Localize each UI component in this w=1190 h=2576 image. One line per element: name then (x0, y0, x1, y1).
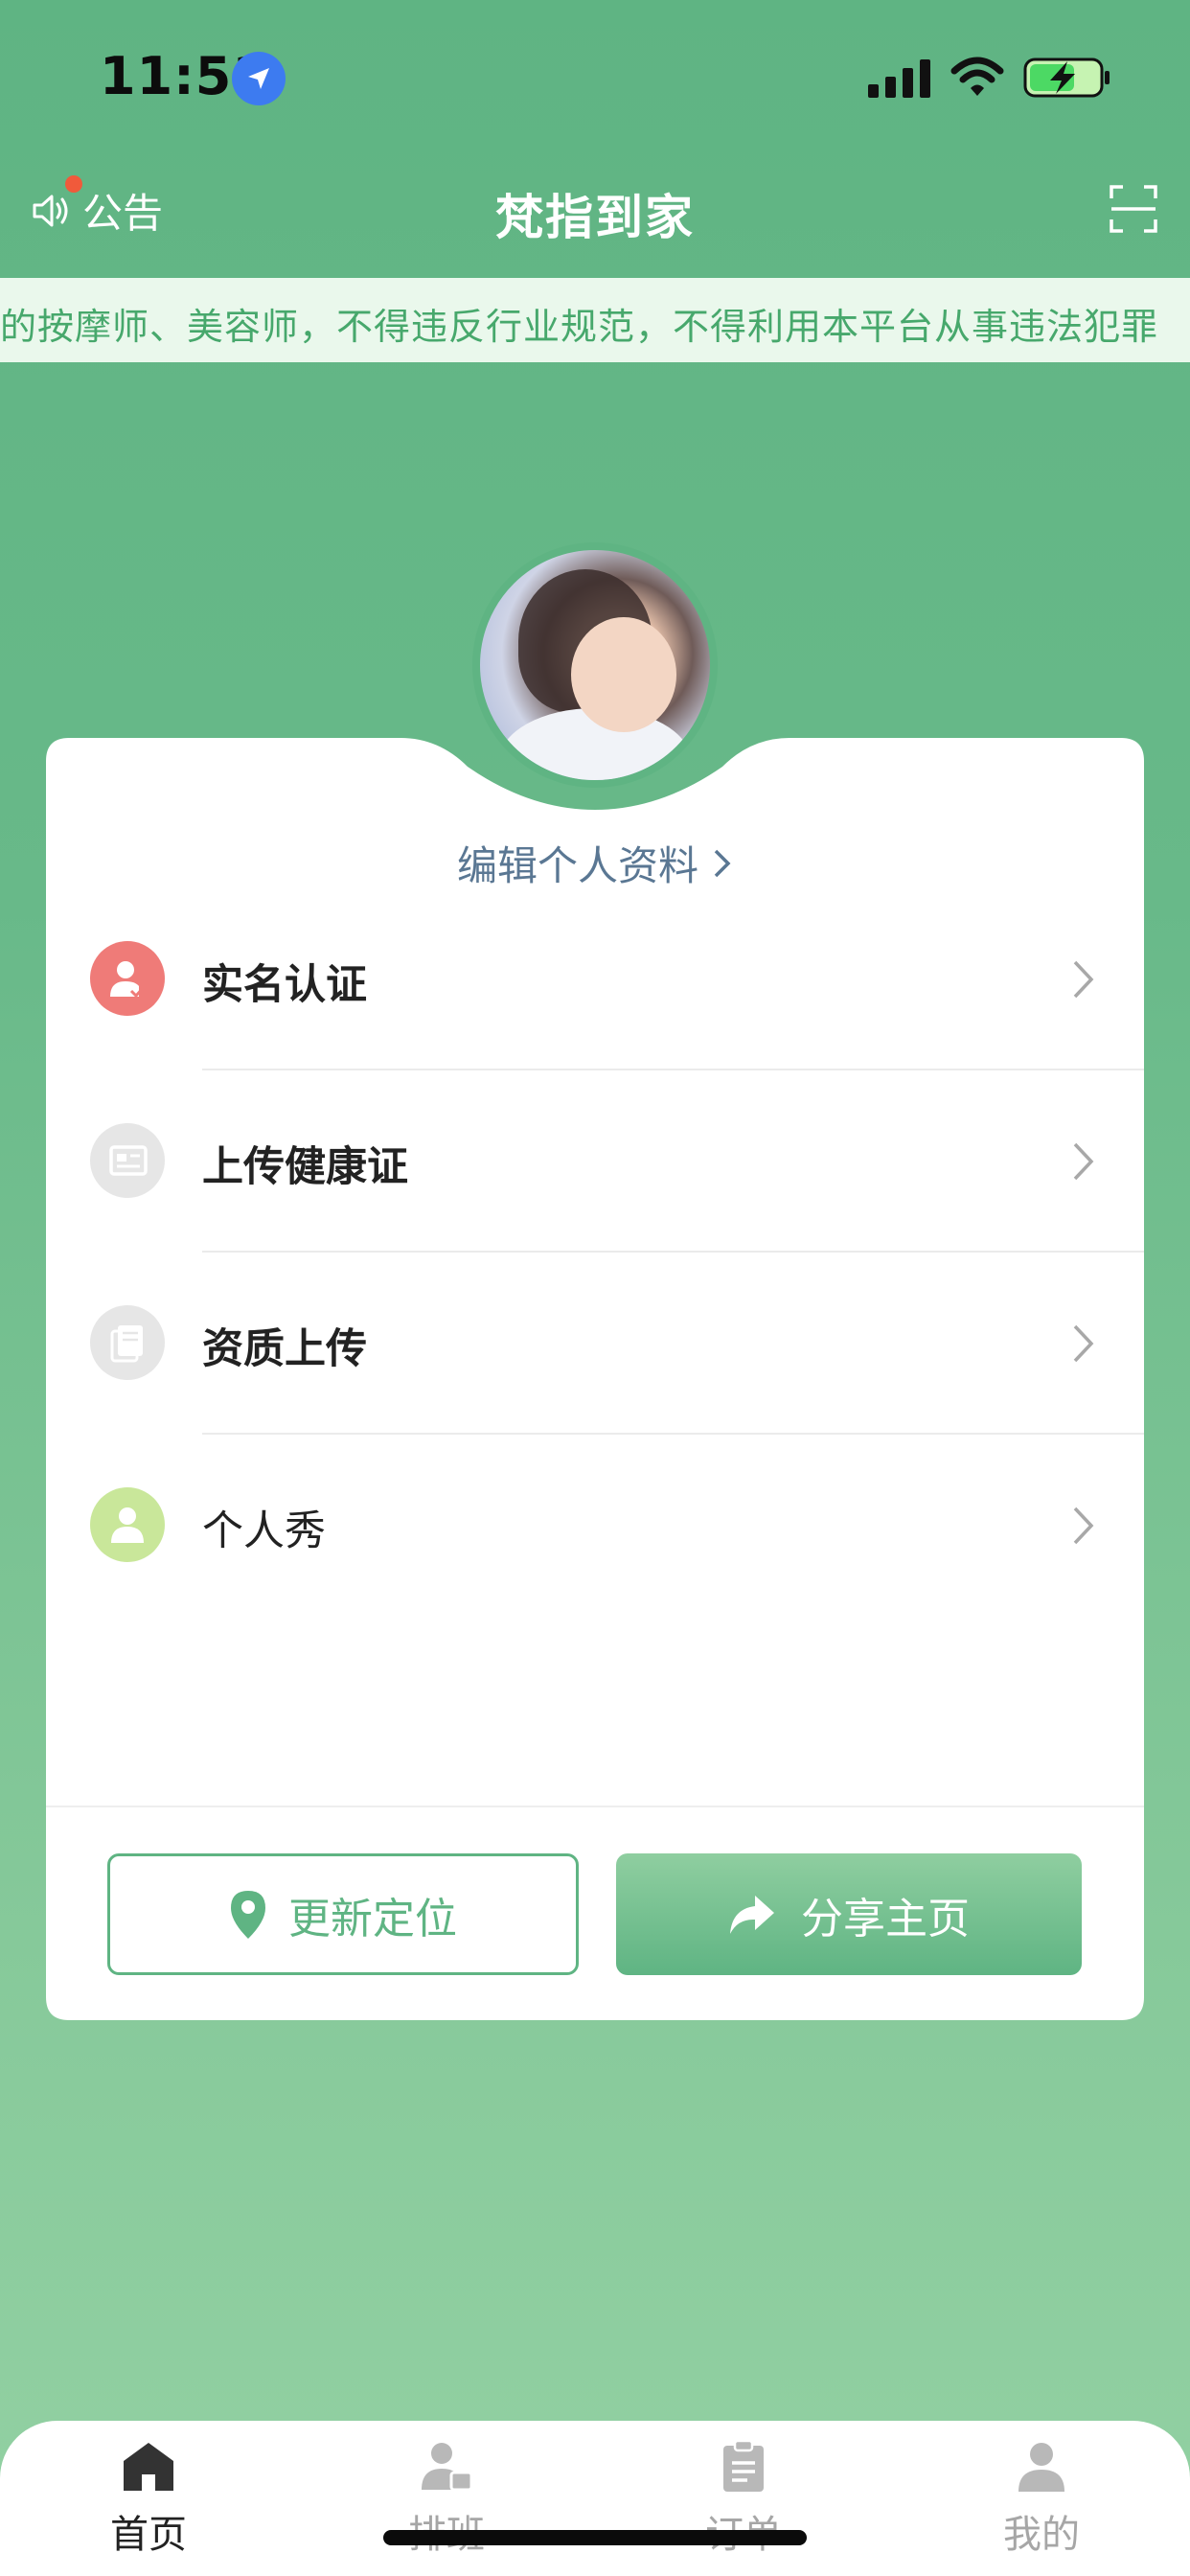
document-icon (90, 1305, 165, 1380)
profile-icon (1018, 2443, 1064, 2492)
share-arrow-icon (730, 1895, 774, 1934)
location-pin-icon (231, 1890, 265, 1939)
share-homepage-button[interactable]: 分享主页 (616, 1853, 1082, 1975)
avatar[interactable] (472, 542, 718, 788)
user-icon (90, 1487, 165, 1562)
schedule-icon (422, 2443, 473, 2492)
scan-icon[interactable] (1110, 185, 1157, 237)
page-title: 梵指到家 (495, 190, 695, 245)
menu-item-health-certificate[interactable]: 上传健康证 (46, 1070, 1144, 1253)
status-bar: 11:51 (0, 0, 1190, 158)
menu-item-personal-show[interactable]: 个人秀 (46, 1435, 1144, 1617)
tab-mine[interactable]: 我的 (946, 2440, 1137, 2559)
chevron-right-icon (1071, 1322, 1096, 1368)
tab-label: 我的 (1003, 2513, 1080, 2557)
profile-card: 编辑个人资料 实名认证 上传健康证 资质上传 个人秀 更新定位 分享主页 (46, 738, 1144, 2020)
menu-item-qualification-upload[interactable]: 资质上传 (46, 1253, 1144, 1435)
menu-item-label: 实名认证 (202, 961, 367, 1009)
announcement-marquee[interactable]: 的按摩师、美容师，不得违反行业规范，不得利用本平台从事违法犯罪 (0, 278, 1190, 362)
tab-home[interactable]: 首页 (53, 2440, 244, 2559)
tab-label: 首页 (110, 2513, 187, 2557)
battery-icon (1023, 58, 1111, 102)
menu-item-label: 上传健康证 (202, 1143, 408, 1191)
menu-item-label: 资质上传 (202, 1325, 367, 1373)
wifi-icon (950, 56, 1004, 102)
edit-profile-label: 编辑个人资料 (456, 842, 698, 889)
menu-item-label: 个人秀 (202, 1507, 326, 1555)
chevron-right-icon (1071, 1505, 1096, 1551)
chevron-right-icon (712, 842, 733, 889)
home-indicator (383, 2530, 807, 2545)
card-icon (90, 1123, 165, 1198)
cellular-signal-icon (868, 59, 931, 102)
update-location-label: 更新定位 (288, 1894, 457, 1944)
chevron-right-icon (1071, 1140, 1096, 1186)
update-location-button[interactable]: 更新定位 (107, 1853, 579, 1975)
home-icon (124, 2443, 173, 2491)
tab-bar: 首页 排班 订单 我的 (0, 2421, 1190, 2576)
nav-bar: 公告 梵指到家 (0, 158, 1190, 278)
card-divider (46, 1806, 1144, 1807)
edit-profile-link[interactable]: 编辑个人资料 (46, 834, 1144, 892)
id-verify-icon (90, 941, 165, 1016)
location-arrow-icon (232, 52, 286, 105)
share-homepage-label: 分享主页 (801, 1894, 970, 1944)
clipboard-icon (723, 2440, 764, 2492)
marquee-text: 的按摩师、美容师，不得违反行业规范，不得利用本平台从事违法犯罪 (0, 306, 1159, 348)
chevron-right-icon (1071, 958, 1096, 1004)
menu-item-real-name-verification[interactable]: 实名认证 (46, 888, 1144, 1070)
